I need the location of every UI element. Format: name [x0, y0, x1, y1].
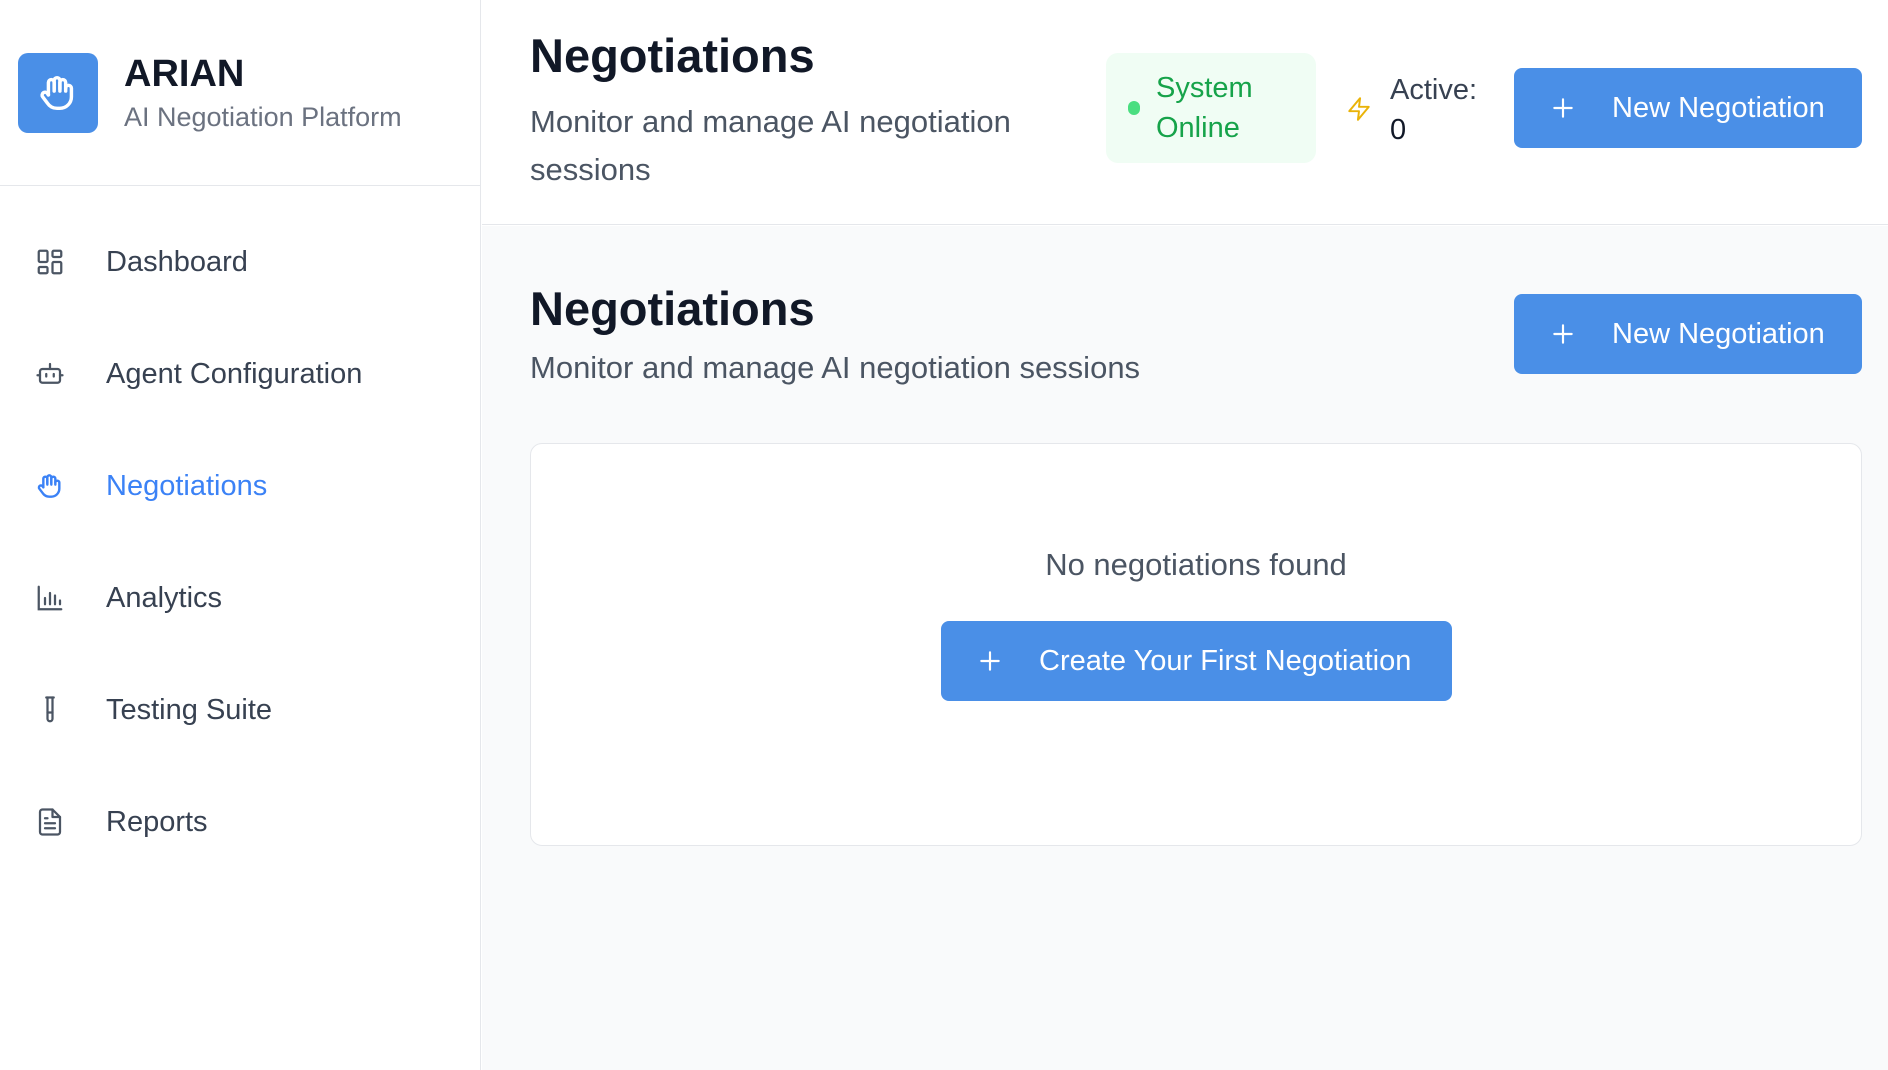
sidebar-item-label: Analytics — [106, 581, 223, 614]
plus-icon — [980, 651, 1000, 671]
section-title: Negotiations — [530, 282, 815, 335]
sidebar-item-label: Dashboard — [106, 245, 248, 278]
active-label: Active: — [1390, 74, 1478, 106]
plus-icon — [1553, 98, 1573, 118]
robot-icon — [34, 358, 66, 390]
sidebar-item-testing-suite[interactable]: Testing Suite — [0, 654, 480, 766]
bar-chart-icon — [34, 582, 66, 614]
sidebar-item-label: Agent Configuration — [106, 357, 363, 390]
lightning-icon — [1348, 97, 1370, 121]
document-icon — [34, 806, 66, 838]
sidebar-nav: Dashboard Agent Configuration Negotiatio… — [0, 186, 480, 878]
negotiations-empty-card: No negotiations found Create Your First … — [530, 443, 1862, 846]
new-negotiation-button[interactable]: New Negotiation — [1514, 68, 1862, 148]
brand-name: ARIAN — [124, 53, 245, 96]
brand-header: ARIAN AI Negotiation Platform — [0, 0, 480, 186]
status-dot-icon — [1128, 101, 1140, 115]
sidebar-item-negotiations[interactable]: Negotiations — [0, 430, 480, 542]
status-line-1: System — [1156, 71, 1253, 104]
active-count: 0 — [1390, 114, 1407, 147]
create-first-negotiation-label: Create Your First Negotiation — [1039, 644, 1412, 677]
active-counter: Active: 0 — [1346, 70, 1477, 150]
sidebar-item-analytics[interactable]: Analytics — [0, 542, 480, 654]
empty-state-message: No negotiations found — [1045, 547, 1347, 582]
brand-subtitle: AI Negotiation Platform — [124, 101, 402, 132]
new-negotiation-button[interactable]: New Negotiation — [1514, 294, 1862, 374]
new-negotiation-label: New Negotiation — [1612, 317, 1825, 350]
grid-icon — [34, 246, 66, 278]
sidebar-item-agent-configuration[interactable]: Agent Configuration — [0, 318, 480, 430]
new-negotiation-label: New Negotiation — [1612, 91, 1825, 124]
status-line-2: Online — [1156, 112, 1240, 144]
plus-icon — [1553, 324, 1573, 344]
section-subtitle: Monitor and manage AI negotiation sessio… — [530, 350, 1141, 385]
sidebar: ARIAN AI Negotiation Platform Dashboard … — [0, 0, 481, 1070]
status-text: System Online — [1156, 68, 1253, 148]
brand-logo[interactable] — [18, 52, 98, 133]
sidebar-item-label: Testing Suite — [106, 693, 273, 726]
hand-icon — [34, 470, 66, 502]
hand-icon — [40, 75, 74, 110]
page-header: Negotiations Monitor and manage AI negot… — [482, 0, 1888, 225]
sidebar-item-label: Negotiations — [106, 469, 268, 502]
sidebar-item-label: Reports — [106, 805, 208, 838]
test-tube-icon — [34, 694, 66, 726]
create-first-negotiation-button[interactable]: Create Your First Negotiation — [941, 621, 1452, 701]
main-content: Negotiations Monitor and manage AI negot… — [482, 226, 1888, 1070]
sidebar-item-reports[interactable]: Reports — [0, 766, 480, 878]
sidebar-item-dashboard[interactable]: Dashboard — [0, 206, 480, 318]
system-status-badge: System Online — [1106, 53, 1316, 163]
page-subtitle: Monitor and manage AI negotiation sessio… — [530, 104, 1011, 188]
page-title: Negotiations — [530, 29, 815, 82]
